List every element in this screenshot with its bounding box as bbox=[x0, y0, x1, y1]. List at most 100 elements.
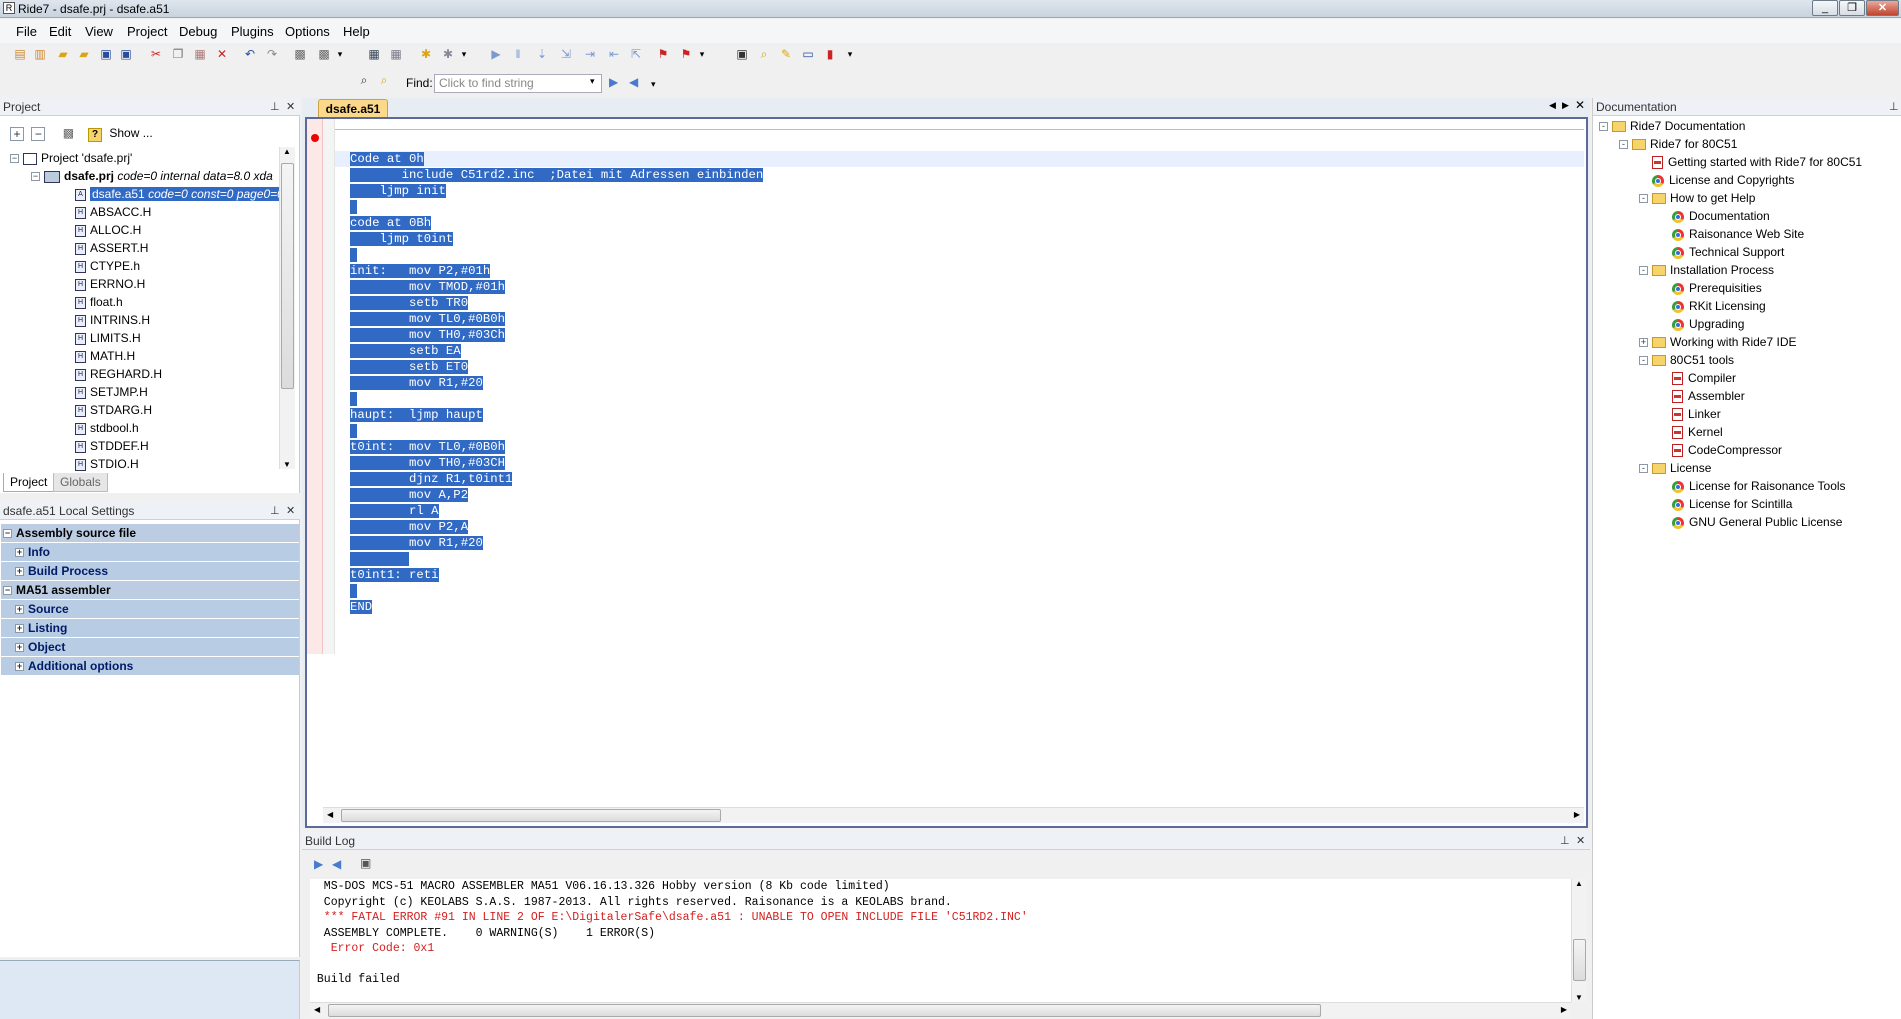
file-item[interactable]: H CTYPE.h bbox=[75, 258, 140, 274]
make-icon[interactable]: ✱ bbox=[418, 46, 434, 62]
settings-group-ma51[interactable]: − MA51 assembler bbox=[1, 581, 299, 600]
comment-icon[interactable]: ▭ bbox=[800, 46, 816, 62]
close-icon[interactable]: ✕ bbox=[286, 504, 295, 517]
menu-project[interactable]: Project bbox=[127, 24, 167, 39]
dropdown-arrow-icon[interactable]: ▾ bbox=[651, 79, 656, 90]
file-item[interactable]: H MATH.H bbox=[75, 348, 135, 364]
code-line[interactable]: init: mov P2,#01h bbox=[350, 263, 763, 279]
step-into-icon[interactable]: ⇲ bbox=[558, 46, 574, 62]
settings-item-object[interactable]: + Object bbox=[1, 638, 299, 657]
open-file-icon[interactable]: ▰ bbox=[55, 46, 71, 62]
collapse-icon[interactable]: − bbox=[10, 154, 19, 164]
project-settings-icon[interactable]: ▩ bbox=[63, 126, 79, 140]
tab-scroll-left-icon[interactable]: ◀ bbox=[1549, 100, 1556, 111]
scroll-down-icon[interactable]: ▼ bbox=[1575, 993, 1583, 1002]
pin-icon[interactable]: ⊥ bbox=[270, 100, 280, 113]
rebuild-icon[interactable]: ✱ bbox=[440, 46, 456, 62]
close-editor-icon[interactable]: ✕ bbox=[1575, 98, 1585, 112]
doc-tree-item[interactable]: Compiler bbox=[1659, 370, 1736, 386]
collapse-icon[interactable]: - bbox=[1639, 266, 1648, 276]
code-line[interactable]: mov TH0,#03CH bbox=[350, 455, 763, 471]
project-root[interactable]: − Project 'dsafe.prj' bbox=[10, 150, 132, 166]
binoculars-icon[interactable]: ⌕ bbox=[356, 72, 372, 88]
tab-project[interactable]: Project bbox=[3, 473, 55, 492]
code-line[interactable]: mov TL0,#0B0h bbox=[350, 311, 763, 327]
doc-tree-item[interactable]: - Ride7 Documentation bbox=[1599, 118, 1745, 134]
build-icon[interactable]: ▦ bbox=[366, 46, 382, 62]
code-line[interactable]: t0int1: reti bbox=[350, 567, 763, 583]
clear-log-icon[interactable]: ▣ bbox=[360, 856, 371, 870]
code-line[interactable] bbox=[350, 391, 763, 407]
doc-tree-item[interactable]: + Working with Ride7 IDE bbox=[1639, 334, 1797, 350]
doc-tree-item[interactable]: Prerequisities bbox=[1659, 280, 1762, 296]
menu-options[interactable]: Options bbox=[285, 24, 330, 39]
notes-icon[interactable]: ✎ bbox=[778, 46, 794, 62]
scroll-thumb[interactable] bbox=[341, 809, 721, 822]
dropdown-arrow-icon[interactable]: ▾ bbox=[456, 46, 472, 62]
build-all-icon[interactable]: ▦ bbox=[388, 46, 404, 62]
help-icon[interactable]: ? bbox=[88, 128, 103, 142]
tab-globals[interactable]: Globals bbox=[53, 473, 108, 492]
editor-tab[interactable]: dsafe.a51 bbox=[318, 99, 388, 118]
show-button[interactable]: Show ... bbox=[109, 126, 152, 140]
code-line[interactable] bbox=[350, 199, 763, 215]
file-item[interactable]: H SETJMP.H bbox=[75, 384, 148, 400]
breakpoint-margin[interactable] bbox=[307, 119, 323, 654]
selected-file-row[interactable]: Adsafe.a51 code=0 const=0 page0=0 bbox=[75, 186, 286, 202]
scroll-left-icon[interactable]: ◀ bbox=[327, 810, 333, 819]
file-item[interactable]: H ABSACC.H bbox=[75, 204, 151, 220]
print-preview-icon[interactable]: ▩ bbox=[292, 46, 308, 62]
find-previous-icon[interactable]: ◀ bbox=[629, 75, 638, 89]
code-line[interactable]: mov A,P2 bbox=[350, 487, 763, 503]
menu-debug[interactable]: Debug bbox=[179, 24, 217, 39]
save-all-icon[interactable]: ▣ bbox=[118, 46, 134, 62]
bookmark-icon[interactable]: ▮ bbox=[822, 46, 838, 62]
code-line[interactable]: mov TH0,#03Ch bbox=[350, 327, 763, 343]
redo-icon[interactable]: ↷ bbox=[264, 46, 280, 62]
minimize-button[interactable]: _ bbox=[1812, 0, 1838, 16]
code-line[interactable]: rl A bbox=[350, 503, 763, 519]
doc-tree-item[interactable]: - How to get Help bbox=[1639, 190, 1755, 206]
file-item[interactable]: H LIMITS.H bbox=[75, 330, 141, 346]
doc-tree-item[interactable]: Raisonance Web Site bbox=[1659, 226, 1804, 242]
print-icon[interactable]: ▩ bbox=[316, 46, 332, 62]
settings-item-listing[interactable]: + Listing bbox=[1, 619, 299, 638]
find-next-icon[interactable]: ▶ bbox=[609, 75, 618, 89]
collapse-icon[interactable]: − bbox=[31, 172, 40, 182]
file-item[interactable]: H STDARG.H bbox=[75, 402, 152, 418]
doc-tree-item[interactable]: License for Scintilla bbox=[1659, 496, 1792, 512]
clear-breakpoints-icon[interactable]: ⚑ bbox=[678, 46, 694, 62]
code-line[interactable]: mov P2,A bbox=[350, 519, 763, 535]
code-line[interactable]: Code at 0h bbox=[350, 151, 763, 167]
menu-help[interactable]: Help bbox=[343, 24, 370, 39]
code-line[interactable]: djnz R1,t0int1 bbox=[350, 471, 763, 487]
scroll-up-icon[interactable]: ▲ bbox=[283, 147, 291, 156]
scroll-right-icon[interactable]: ▶ bbox=[1574, 810, 1580, 819]
step-icon[interactable]: ⇣ bbox=[534, 46, 550, 62]
window-icon[interactable]: ▣ bbox=[734, 46, 750, 62]
previous-error-icon[interactable]: ◀ bbox=[332, 857, 341, 871]
code-line[interactable]: setb ET0 bbox=[350, 359, 763, 375]
doc-tree-item[interactable]: License and Copyrights bbox=[1639, 172, 1794, 188]
code-editor[interactable]: Code at 0h include C51rd2.inc ;Datei mit… bbox=[305, 117, 1588, 828]
code-line[interactable]: code at 0Bh bbox=[350, 215, 763, 231]
settings-item-build-process[interactable]: + Build Process bbox=[1, 562, 299, 581]
code-line[interactable]: include C51rd2.inc ;Datei mit Adressen e… bbox=[350, 167, 764, 183]
project-scrollbar[interactable]: ▲ ▼ bbox=[279, 147, 295, 469]
code-text[interactable]: Code at 0h include C51rd2.inc ;Datei mit… bbox=[350, 151, 764, 615]
close-icon[interactable]: ✕ bbox=[1576, 834, 1585, 847]
collapse-icon[interactable]: - bbox=[1619, 140, 1628, 150]
collapse-icon[interactable]: - bbox=[1639, 356, 1648, 366]
scroll-thumb[interactable] bbox=[281, 163, 294, 389]
scroll-thumb[interactable] bbox=[1573, 939, 1586, 981]
file-item[interactable]: H ERRNO.H bbox=[75, 276, 145, 292]
delete-icon[interactable]: ✕ bbox=[214, 46, 230, 62]
run-icon[interactable]: ▶ bbox=[488, 46, 504, 62]
scroll-right-icon[interactable]: ▶ bbox=[1561, 1005, 1567, 1014]
tab-scroll-right-icon[interactable]: ▶ bbox=[1562, 100, 1569, 111]
build-log-output[interactable]: MS-DOS MCS-51 MACRO ASSEMBLER MA51 V06.1… bbox=[310, 879, 1585, 1002]
doc-tree-item[interactable]: License for Raisonance Tools bbox=[1659, 478, 1846, 494]
run-to-cursor-icon[interactable]: ⇱ bbox=[628, 46, 644, 62]
save-icon[interactable]: ▣ bbox=[98, 46, 114, 62]
doc-tree-item[interactable]: Linker bbox=[1659, 406, 1721, 422]
